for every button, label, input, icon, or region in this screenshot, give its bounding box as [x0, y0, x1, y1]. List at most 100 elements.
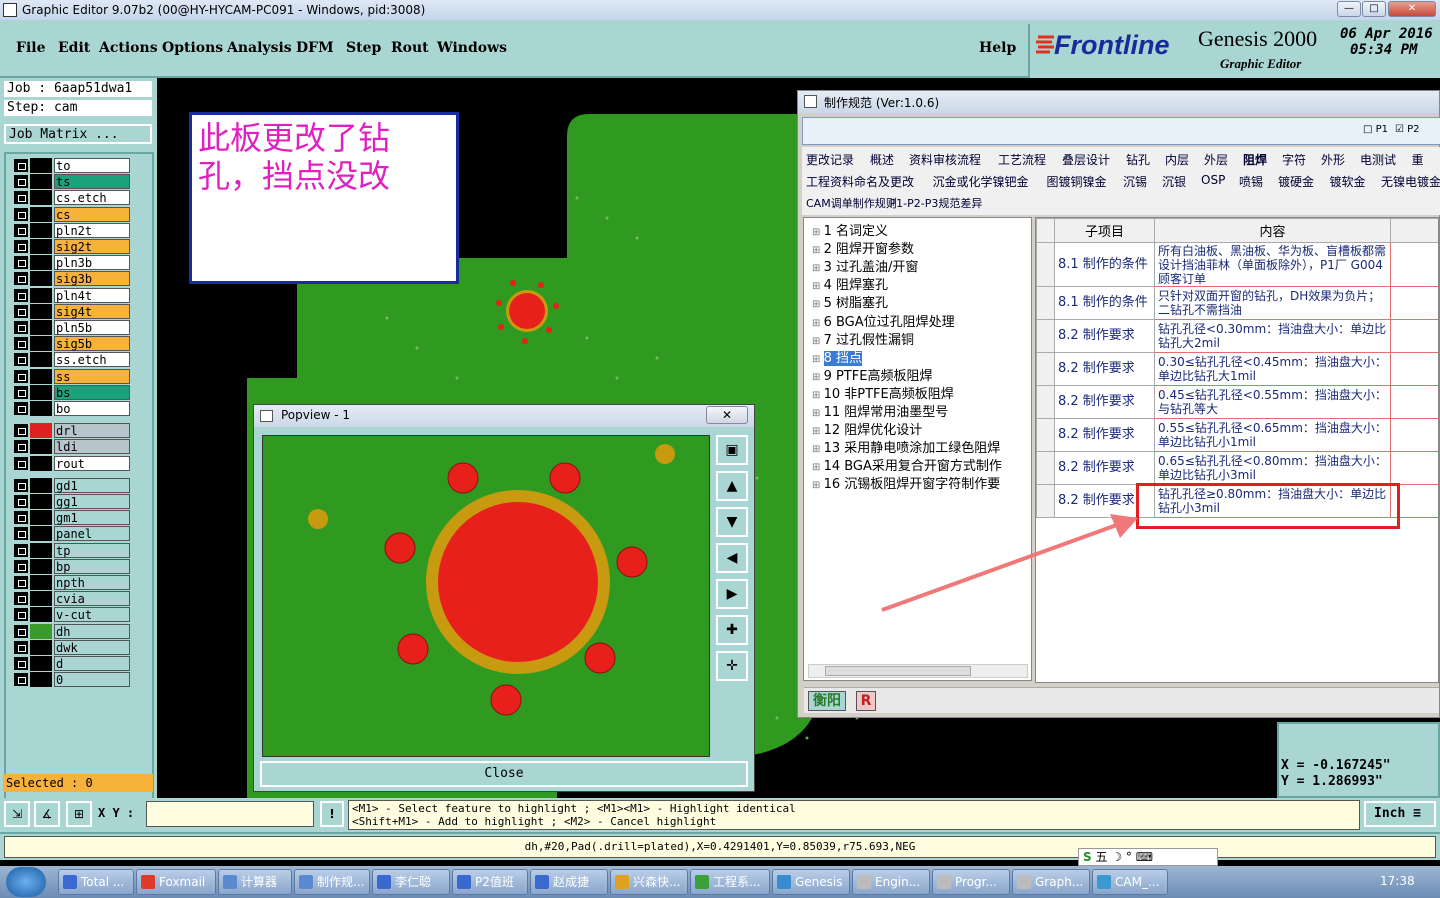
- taskbar-item[interactable]: 兴森快...: [610, 869, 688, 895]
- layer-row-0[interactable]: 0: [14, 672, 130, 688]
- layer-checkbox[interactable]: [14, 495, 28, 508]
- layer-color-swatch[interactable]: [30, 672, 52, 688]
- layer-row-tp[interactable]: tp: [14, 542, 130, 558]
- table-row[interactable]: 8.1 制作的条件 所有白油板、黑油板、华为板、盲槽板都需设计挡油菲林（单面板除外…: [1036, 242, 1438, 287]
- layer-color-swatch[interactable]: [30, 336, 52, 352]
- menu-step[interactable]: Step: [346, 40, 381, 56]
- layer-row-d[interactable]: d: [14, 656, 130, 671]
- tree-item[interactable]: ⊞ 7 过孔假性漏铜: [812, 329, 914, 348]
- layer-row-sig3b[interactable]: sig3b: [14, 271, 130, 287]
- tree-item[interactable]: ⊞ 14 BGA采用复合开窗方式制作: [812, 455, 1002, 474]
- tab-tabs_row1-11[interactable]: 电测试: [1360, 151, 1396, 168]
- layer-color-swatch[interactable]: [30, 439, 52, 455]
- menu-options[interactable]: Options: [162, 40, 223, 56]
- xy-input[interactable]: [146, 801, 314, 827]
- grid-icon[interactable]: ⊞: [66, 801, 92, 827]
- units-selector[interactable]: Inch ≡: [1364, 801, 1436, 827]
- layer-name[interactable]: pln2t: [54, 222, 130, 238]
- layer-row-cs[interactable]: cs: [14, 206, 130, 222]
- layer-name[interactable]: v-cut: [54, 607, 130, 623]
- layer-color-swatch[interactable]: [30, 526, 52, 542]
- pan-down-icon[interactable]: ▼: [716, 507, 748, 537]
- layer-row-gd1[interactable]: gd1: [14, 477, 130, 493]
- taskbar-item[interactable]: 工程系...: [690, 869, 770, 895]
- layer-name[interactable]: ss: [54, 368, 130, 384]
- taskbar-item[interactable]: P2值班: [452, 869, 528, 895]
- layer-color-swatch[interactable]: [30, 607, 52, 623]
- tree-item[interactable]: ⊞ 16 沉锡板阻焊开窗字符制作要: [812, 473, 1000, 492]
- tab-tabs_row2-6[interactable]: 喷锡: [1239, 173, 1263, 190]
- layer-color-swatch[interactable]: [30, 477, 52, 493]
- layer-row-pln4t[interactable]: pln4t: [14, 287, 130, 303]
- table-row[interactable]: 8.1 制作的条件 只针对双面开窗的钻孔，DH效果为负片；二钻孔不需挡油: [1036, 286, 1438, 320]
- layer-row-cvia[interactable]: cvia: [14, 591, 130, 607]
- layer-name[interactable]: dwk: [54, 639, 130, 655]
- layer-color-swatch[interactable]: [30, 656, 52, 671]
- info-icon[interactable]: !: [320, 801, 344, 827]
- layer-checkbox[interactable]: [14, 640, 28, 654]
- tab-tabs_row1-6[interactable]: 内层: [1165, 151, 1189, 168]
- layer-row-ss[interactable]: ss: [14, 368, 130, 384]
- layer-checkbox[interactable]: [14, 223, 28, 237]
- tab-tabs_row1-5[interactable]: 钻孔: [1126, 151, 1150, 168]
- layer-row-gg1[interactable]: gg1: [14, 494, 130, 509]
- expand-icon[interactable]: ⊞: [812, 408, 824, 419]
- job-matrix-button[interactable]: Job Matrix ...: [4, 124, 152, 144]
- tree-item[interactable]: ⊞ 8 挡点: [812, 347, 862, 366]
- layer-row-gm1[interactable]: gm1: [14, 510, 130, 526]
- layer-checkbox[interactable]: [14, 527, 28, 541]
- layer-name[interactable]: ss.etch: [54, 352, 130, 368]
- table-row[interactable]: 8.2 制作要求 0.65≤钻孔孔径<0.80mm：挡油盘大小：单边比钻孔小3mi…: [1036, 451, 1438, 485]
- tree-item[interactable]: ⊞ 5 树脂塞孔: [812, 292, 888, 311]
- menu-windows[interactable]: Windows: [437, 40, 507, 56]
- layer-color-swatch[interactable]: [30, 190, 52, 206]
- snap-icon[interactable]: ⇲: [4, 801, 30, 827]
- taskbar-item[interactable]: Total ...: [58, 869, 134, 895]
- layer-row-to[interactable]: to: [14, 158, 130, 173]
- menu-analysis[interactable]: Analysis: [227, 40, 292, 56]
- expand-icon[interactable]: ⊞: [812, 263, 824, 274]
- layer-row-rout[interactable]: rout: [14, 455, 130, 471]
- tree-item[interactable]: ⊞ 9 PTFE高频板阻焊: [812, 365, 932, 384]
- menu-actions[interactable]: Actions: [99, 40, 158, 56]
- menu-help[interactable]: Help: [979, 40, 1016, 56]
- tab-tabs_row1-10[interactable]: 外形: [1321, 151, 1345, 168]
- taskbar-item[interactable]: CAM_...: [1092, 869, 1168, 895]
- layer-name[interactable]: sig5b: [54, 336, 130, 352]
- layer-row-dwk[interactable]: dwk: [14, 639, 130, 655]
- layer-color-swatch[interactable]: [30, 158, 52, 173]
- taskbar-item[interactable]: 计算器: [218, 869, 292, 895]
- layer-checkbox[interactable]: [14, 673, 28, 687]
- measure-icon[interactable]: ∡: [34, 801, 60, 827]
- layer-color-swatch[interactable]: [30, 494, 52, 509]
- maximize-button[interactable]: □: [1362, 1, 1386, 17]
- layer-color-swatch[interactable]: [30, 271, 52, 287]
- tab-tabs_row1-3[interactable]: 工艺流程: [998, 151, 1046, 168]
- layer-row-ss-etch[interactable]: ss.etch: [14, 352, 130, 368]
- layer-checkbox[interactable]: [14, 321, 28, 334]
- expand-icon[interactable]: ⊞: [812, 480, 824, 491]
- tab-tabs_row2-4[interactable]: 沉银: [1162, 173, 1186, 190]
- tab-tabs_row2-7[interactable]: 镀硬金: [1278, 173, 1314, 190]
- layer-color-swatch[interactable]: [30, 206, 52, 222]
- layer-row-bs[interactable]: bs: [14, 384, 130, 400]
- tab-tabs_row1-8[interactable]: 阻焊: [1243, 151, 1267, 168]
- layer-color-swatch[interactable]: [30, 591, 52, 607]
- layer-color-swatch[interactable]: [30, 639, 52, 655]
- tree-item[interactable]: ⊞ 4 阻焊塞孔: [812, 274, 888, 293]
- tab-tabs_row2-9[interactable]: 无镍电镀金: [1381, 173, 1440, 190]
- layer-name[interactable]: gg1: [54, 494, 130, 509]
- expand-icon[interactable]: ⊞: [812, 336, 824, 347]
- tab-tabs_row2-1[interactable]: 沉金或化学镍钯金: [933, 173, 1029, 190]
- tab-tabs_row1-4[interactable]: 叠层设计: [1062, 151, 1110, 168]
- tab-tabs_row2-5[interactable]: OSP: [1201, 173, 1225, 187]
- layer-name[interactable]: bs: [54, 384, 130, 400]
- layer-checkbox[interactable]: [14, 191, 28, 205]
- zoom-fit-icon[interactable]: ▣: [716, 435, 748, 465]
- layer-checkbox[interactable]: [14, 353, 28, 367]
- layer-row-sig5b[interactable]: sig5b: [14, 336, 130, 352]
- layer-name[interactable]: dh: [54, 623, 130, 639]
- layer-name[interactable]: d: [54, 656, 130, 671]
- tree-item[interactable]: ⊞ 6 BGA位过孔阻焊处理: [812, 311, 955, 330]
- tab-tabs_row3-0[interactable]: CAM调单制作规则: [806, 195, 897, 211]
